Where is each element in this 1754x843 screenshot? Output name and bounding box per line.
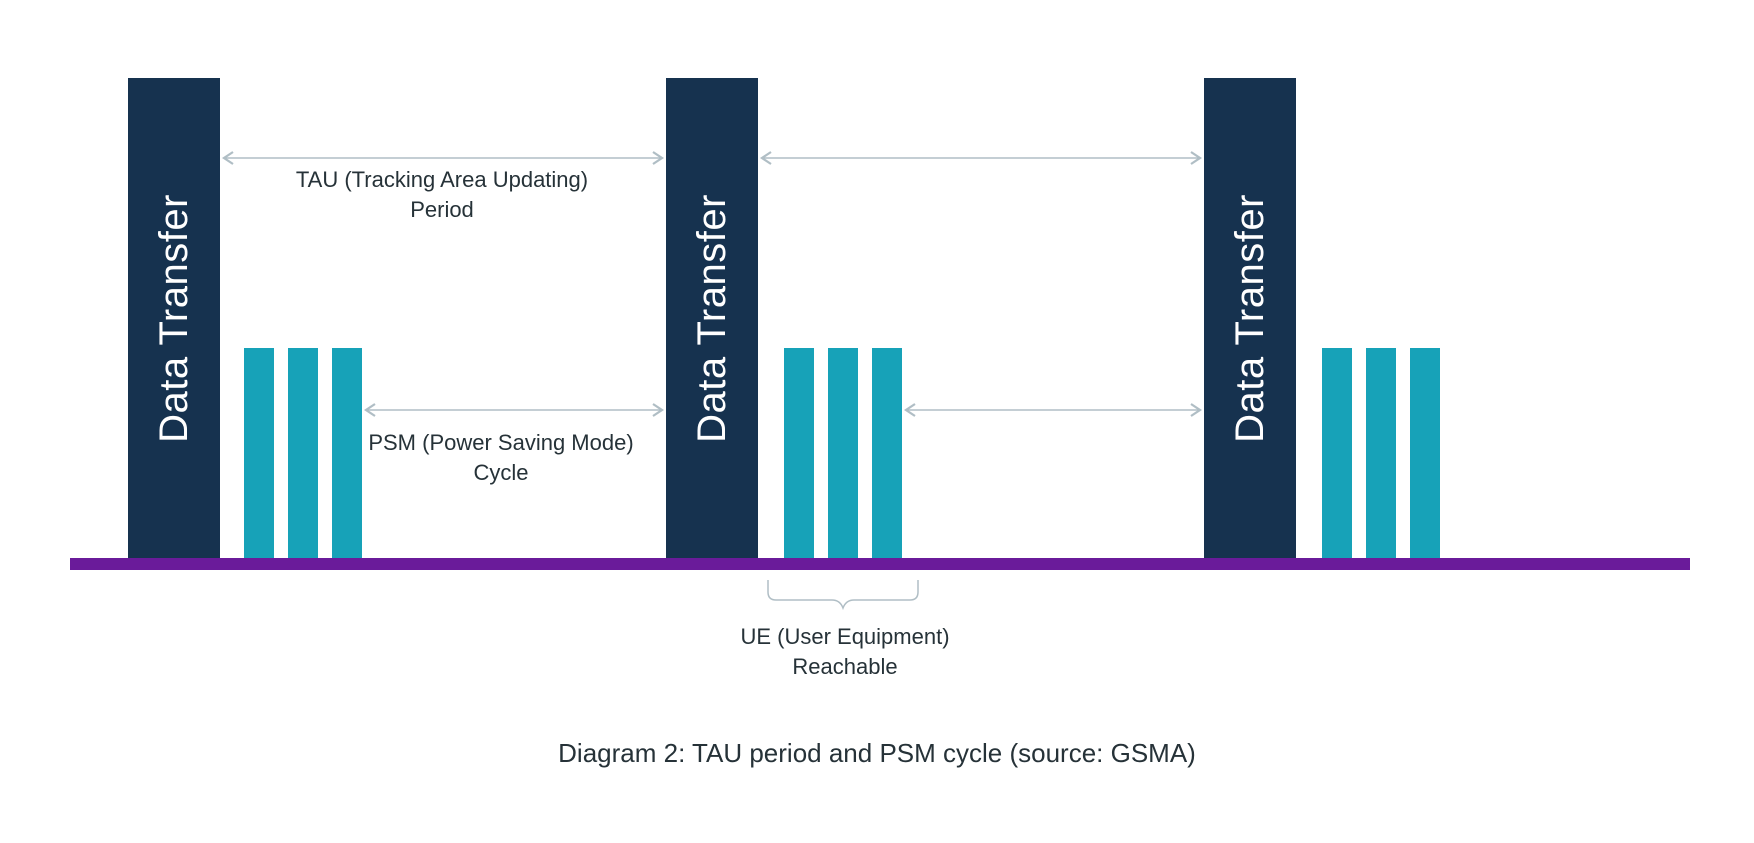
tau-period-label: TAU (Tracking Area Updating) Period: [252, 165, 632, 224]
ue-reachable-pulse: [828, 348, 858, 558]
data-transfer-label-2: Data Transfer: [690, 194, 735, 443]
psm-cycle-label: PSM (Power Saving Mode) Cycle: [346, 428, 656, 487]
ue-reachable-pulse: [1366, 348, 1396, 558]
ue-reachable-pulse: [1322, 348, 1352, 558]
ue-reachable-label: UE (User Equipment) Reachable: [700, 622, 990, 681]
data-transfer-label-1: Data Transfer: [152, 194, 197, 443]
psm-cycle-label-line2: Cycle: [473, 460, 528, 485]
ue-reachable-label-line1: UE (User Equipment): [740, 624, 949, 649]
ue-reachable-pulse: [784, 348, 814, 558]
diagram-caption: Diagram 2: TAU period and PSM cycle (sou…: [0, 738, 1754, 769]
ue-reachable-label-line2: Reachable: [792, 654, 897, 679]
data-transfer-label-3: Data Transfer: [1228, 194, 1273, 443]
ue-reachable-pulse: [244, 348, 274, 558]
ue-reachable-pulse: [872, 348, 902, 558]
data-transfer-bar-1: Data Transfer: [128, 78, 220, 558]
ue-reachable-brace: [768, 580, 918, 608]
timeline-baseline: [70, 558, 1690, 570]
ue-reachable-pulse: [1410, 348, 1440, 558]
psm-cycle-label-line1: PSM (Power Saving Mode): [368, 430, 633, 455]
tau-period-label-line1: TAU (Tracking Area Updating): [296, 167, 588, 192]
data-transfer-bar-2: Data Transfer: [666, 78, 758, 558]
diagram-canvas: Data Transfer Data Transfer Data Transfe…: [0, 0, 1754, 843]
tau-period-label-line2: Period: [410, 197, 474, 222]
data-transfer-bar-3: Data Transfer: [1204, 78, 1296, 558]
ue-reachable-pulse: [288, 348, 318, 558]
